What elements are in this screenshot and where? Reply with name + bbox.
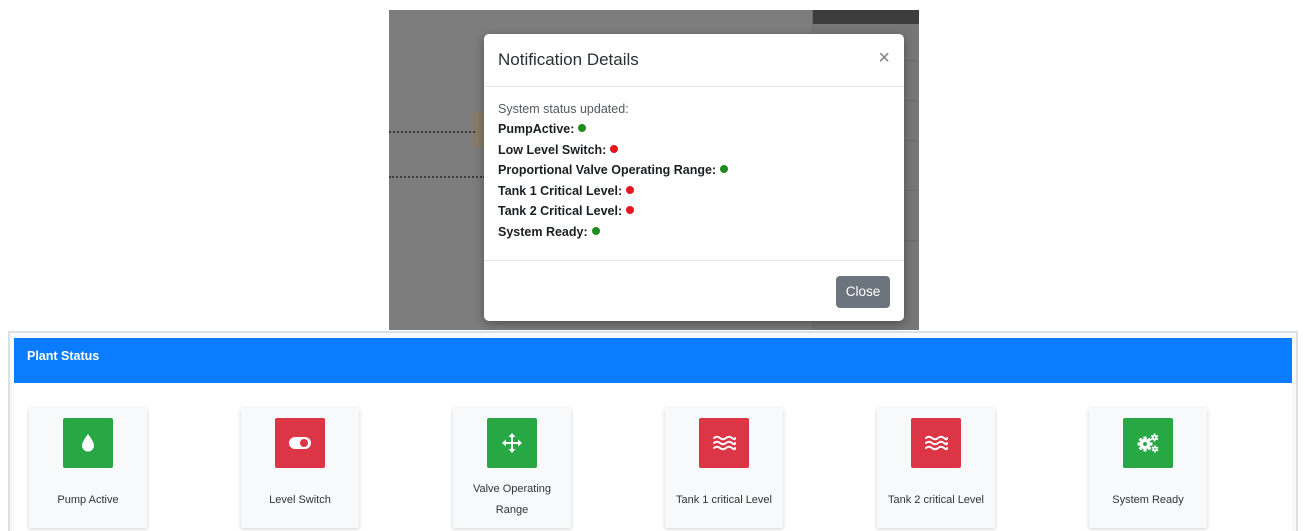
modal-body: System status updated: PumpActive: Low L… bbox=[484, 87, 904, 261]
arrows-move-icon bbox=[487, 418, 537, 468]
status-line-pump-active: PumpActive: bbox=[498, 119, 890, 140]
status-intro-text: System status updated: bbox=[498, 102, 629, 116]
status-line-label: System Ready: bbox=[498, 224, 588, 239]
status-tile-valve-operating-range[interactable]: Valve Operating Range bbox=[453, 408, 571, 528]
tile-label: System Ready bbox=[1112, 493, 1184, 506]
status-line-valve-operating-range: Proportional Valve Operating Range: bbox=[498, 160, 890, 181]
tile-label: Pump Active bbox=[57, 493, 119, 506]
plant-status-body: Pump Active Level Switch Valve Operating… bbox=[14, 383, 1292, 531]
tile-label: Tank 1 critical Level bbox=[676, 493, 772, 506]
status-tile-tank2-critical-level[interactable]: Tank 2 critical Level bbox=[877, 408, 995, 528]
tile-label: Valve Operating Range bbox=[472, 483, 552, 516]
background-top-bar bbox=[813, 10, 919, 24]
cogs-icon bbox=[1123, 418, 1173, 468]
tile-label: Level Switch bbox=[269, 493, 331, 506]
status-dot-icon bbox=[720, 165, 729, 173]
water-drop-icon bbox=[63, 418, 113, 468]
status-tile-level-switch[interactable]: Level Switch bbox=[241, 408, 359, 528]
status-line-low-level-switch: Low Level Switch: bbox=[498, 140, 890, 161]
status-line-label: Tank 2 Critical Level: bbox=[498, 204, 623, 218]
tile-label: Tank 2 critical Level bbox=[888, 493, 984, 506]
status-line-system-ready: System Ready: bbox=[498, 222, 890, 243]
status-dot-icon bbox=[626, 206, 635, 214]
status-line-label: PumpActive: bbox=[498, 122, 575, 136]
close-button[interactable]: Close bbox=[836, 276, 890, 308]
background-dotted-line bbox=[389, 176, 485, 178]
status-dot-icon bbox=[626, 185, 635, 194]
water-waves-icon bbox=[699, 418, 749, 468]
modal-footer: Close bbox=[484, 261, 904, 321]
toggle-switch-icon bbox=[275, 418, 325, 468]
status-tile-pump-active[interactable]: Pump Active bbox=[29, 408, 147, 528]
close-icon[interactable]: × bbox=[878, 48, 890, 68]
water-waves-icon bbox=[911, 418, 961, 468]
plant-status-title: Plant Status bbox=[27, 349, 100, 363]
background-dotted-line bbox=[389, 131, 475, 133]
notification-modal: Notification Details × System status upd… bbox=[484, 34, 904, 321]
status-line-label: Low Level Switch: bbox=[498, 142, 607, 157]
status-dot-icon bbox=[610, 144, 619, 153]
status-tile-tank1-critical-level[interactable]: Tank 1 critical Level bbox=[665, 408, 783, 528]
status-tile-system-ready[interactable]: System Ready bbox=[1089, 408, 1207, 528]
status-line-tank2-critical-level: Tank 2 Critical Level: bbox=[498, 201, 890, 222]
plant-status-card: Plant Status Pump Active Level Switch Va… bbox=[8, 331, 1298, 531]
status-line-label: Proportional Valve Operating Range: bbox=[498, 163, 717, 177]
modal-title: Notification Details bbox=[498, 50, 639, 69]
status-line-label: Tank 1 Critical Level: bbox=[498, 183, 623, 198]
modal-header: Notification Details × bbox=[484, 34, 904, 87]
status-dot-icon bbox=[578, 124, 587, 132]
status-dot-icon bbox=[591, 226, 600, 235]
plant-status-header: Plant Status bbox=[14, 338, 1292, 383]
status-line-tank1-critical-level: Tank 1 Critical Level: bbox=[498, 181, 890, 202]
